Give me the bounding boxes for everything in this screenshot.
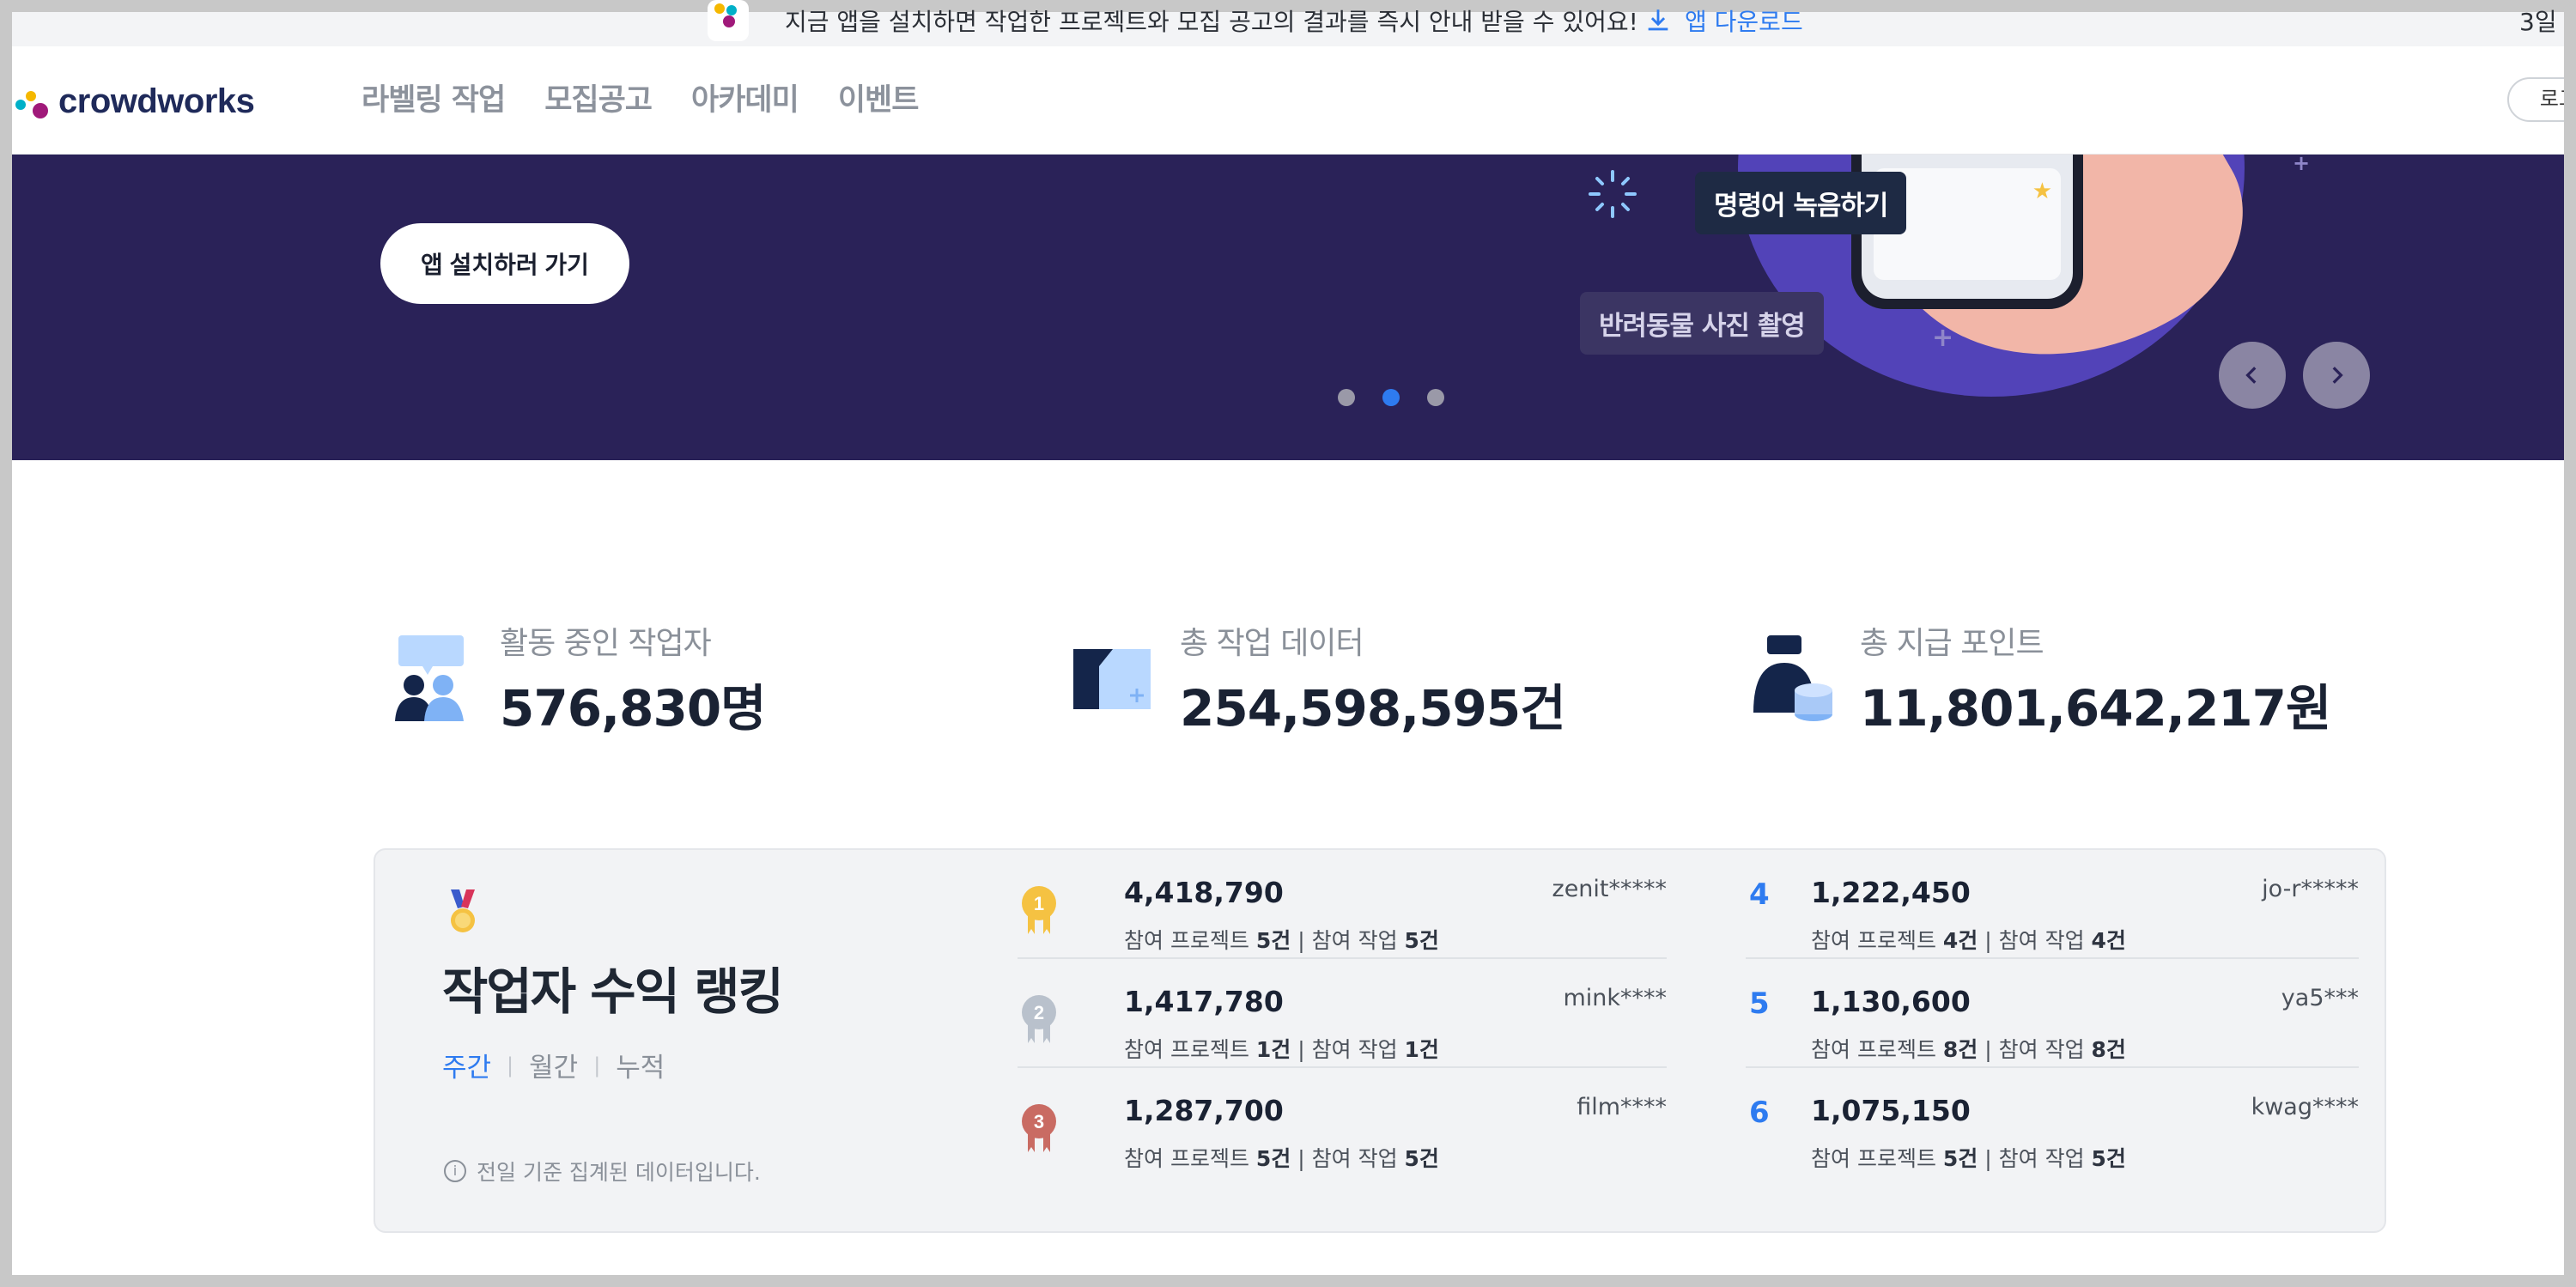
ranking-period-tabs: 주간 | 월간 | 누적 <box>442 1046 665 1084</box>
stat-workers-label: 활동 중인 작업자 <box>500 626 712 661</box>
carousel-indicator <box>1338 389 1444 406</box>
app-download-label: 앱 다운로드 <box>1685 8 1803 36</box>
ranking-number: 4 <box>1749 877 1770 912</box>
brand-name: crowdworks <box>58 82 255 120</box>
info-icon: i <box>444 1160 466 1182</box>
carousel-prev-button[interactable] <box>2219 342 2286 409</box>
main-nav: 라벨링 작업 모집공고 아카데미 이벤트 <box>361 76 920 119</box>
ranking-row: 3 1,287,700 film**** 참여 프로젝트 5건 | 참여 작업 … <box>1018 1068 1667 1177</box>
carousel-dot-active[interactable] <box>1382 389 1400 406</box>
tab-cumulative[interactable]: 누적 <box>616 1046 665 1084</box>
tab-weekly[interactable]: 주간 <box>442 1046 491 1084</box>
ranking-row: 6 1,075,150 kwag**** 참여 프로젝트 5건 | 참여 작업 … <box>1746 1068 2359 1177</box>
ranking-meta: 참여 프로젝트 8건 | 참여 작업 8건 <box>1811 1037 2126 1062</box>
app-banner-text: 지금 앱을 설치하면 작업한 프로젝트와 모집 공고의 결과를 즉시 안내 받을… <box>785 8 1638 36</box>
chevron-left-icon <box>2245 367 2257 384</box>
bronze-medal-icon: 3 <box>1022 1104 1056 1152</box>
stat-workers-value: 576,830명 <box>500 679 767 738</box>
ranking-amount: 1,130,600 <box>1811 985 1971 1018</box>
app-download-banner: 지금 앱을 설치하면 작업한 프로젝트와 모집 공고의 결과를 즉시 안내 받을… <box>12 0 2564 46</box>
nav-event[interactable]: 이벤트 <box>838 76 920 119</box>
ranking-user: jo-r***** <box>2262 876 2359 902</box>
ranking-row: 4 1,222,450 jo-r***** 참여 프로젝트 4건 | 참여 작업… <box>1746 850 2359 959</box>
stats-section: 활동 중인 작업자 576,830명 총 작업 데이터 254,598,595건 <box>12 618 2564 747</box>
tag-voice-recording: 명령어 녹음하기 <box>1695 172 1907 234</box>
ranking-row: 5 1,130,600 ya5*** 참여 프로젝트 8건 | 참여 작업 8건 <box>1746 959 2359 1068</box>
ranking-user: zenit***** <box>1552 876 1667 902</box>
ranking-user: kwag**** <box>2251 1094 2359 1120</box>
tab-separator: | <box>507 1053 514 1078</box>
brand-logo-icon <box>14 81 55 122</box>
nav-academy[interactable]: 아카데미 <box>691 76 799 119</box>
ranking-user: film**** <box>1577 1094 1667 1120</box>
nav-recruit[interactable]: 모집공고 <box>544 76 653 119</box>
stat-points-value: 11,801,642,217원 <box>1860 679 2331 738</box>
ranking-note: i 전일 기준 집계된 데이터입니다. <box>444 1156 761 1187</box>
workers-icon <box>388 618 474 721</box>
carousel-dot[interactable] <box>1338 389 1355 406</box>
ranking-user: mink**** <box>1563 985 1667 1011</box>
sparkle-icon <box>1589 170 1637 218</box>
stat-data-label: 총 작업 데이터 <box>1180 626 1364 661</box>
tab-monthly[interactable]: 월간 <box>529 1046 578 1084</box>
ranking-user: ya5*** <box>2281 985 2359 1011</box>
ranking-number: 6 <box>1749 1096 1770 1130</box>
ranking-meta: 참여 프로젝트 1건 | 참여 작업 1건 <box>1124 1037 1439 1062</box>
gold-medal-icon: 1 <box>1022 886 1056 934</box>
chevron-right-icon <box>2332 367 2343 384</box>
ranking-title: 작업자 수익 랭킹 <box>442 962 784 1021</box>
ranking-meta: 참여 프로젝트 5건 | 참여 작업 5건 <box>1811 1146 2126 1171</box>
data-icon <box>1068 618 1154 721</box>
silver-medal-icon: 2 <box>1022 995 1056 1043</box>
brand-logo[interactable]: crowdworks <box>14 81 255 122</box>
svg-text:1: 1 <box>1034 893 1044 914</box>
ranking-note-text: 전일 기준 집계된 데이터입니다. <box>477 1160 761 1185</box>
ranking-amount: 1,417,780 <box>1124 985 1284 1018</box>
ranking-amount: 1,287,700 <box>1124 1094 1284 1127</box>
ranking-meta: 참여 프로젝트 5건 | 참여 작업 5건 <box>1124 928 1439 953</box>
login-button[interactable]: 로그인 <box>2507 77 2564 122</box>
ranking-meta: 참여 프로젝트 4건 | 참여 작업 4건 <box>1811 928 2126 953</box>
app-banner-right-text: 3일 동 <box>2519 8 2564 36</box>
plus-decoration-icon: + <box>1932 323 1954 353</box>
star-icon: ★ <box>2032 179 2052 204</box>
ranking-number: 5 <box>1749 986 1770 1021</box>
install-app-button[interactable]: 앱 설치하러 가기 <box>380 223 629 304</box>
stat-data-value: 254,598,595건 <box>1180 679 1566 738</box>
plus-decoration-icon: + <box>2293 155 2311 175</box>
ranking-row: 2 1,417,780 mink**** 참여 프로젝트 1건 | 참여 작업 … <box>1018 959 1667 1068</box>
stat-workers: 활동 중인 작업자 576,830명 <box>388 618 767 740</box>
ranking-meta: 참여 프로젝트 5건 | 참여 작업 5건 <box>1124 1146 1439 1171</box>
ranking-amount: 4,418,790 <box>1124 876 1284 909</box>
nav-labeling[interactable]: 라벨링 작업 <box>361 76 506 119</box>
stat-data: 총 작업 데이터 254,598,595건 <box>1068 618 1566 740</box>
tab-separator: | <box>593 1053 601 1078</box>
medal-icon <box>451 889 475 932</box>
carousel-dot[interactable] <box>1427 389 1444 406</box>
carousel-next-button[interactable] <box>2303 342 2370 409</box>
ranking-row: 1 4,418,790 zenit***** 참여 프로젝트 5건 | 참여 작… <box>1018 850 1667 959</box>
stat-points-label: 총 지급 포인트 <box>1860 626 2044 661</box>
site-header: crowdworks 라벨링 작업 모집공고 아카데미 이벤트 로그인 <box>12 46 2564 155</box>
ranking-amount: 1,222,450 <box>1811 876 1971 909</box>
page-frame: 지금 앱을 설치하면 작업한 프로젝트와 모집 공고의 결과를 즉시 안내 받을… <box>12 0 2564 1275</box>
app-logo-icon <box>708 0 749 41</box>
download-icon <box>1648 9 1668 31</box>
tag-pet-photo: 반려동물 사진 촬영 <box>1580 292 1824 355</box>
ranking-amount: 1,075,150 <box>1811 1094 1971 1127</box>
svg-text:2: 2 <box>1034 1002 1044 1023</box>
stat-points: 총 지급 포인트 11,801,642,217원 <box>1748 618 2331 740</box>
points-icon <box>1748 618 1834 721</box>
app-download-link[interactable]: 앱 다운로드 <box>1643 3 1803 38</box>
hero-banner: 앱 설치하러 가기 ★ 명령어 녹음하기 반려동물 사진 촬영 + + <box>12 155 2564 460</box>
svg-text:3: 3 <box>1034 1111 1044 1132</box>
earnings-ranking-card: 작업자 수익 랭킹 주간 | 월간 | 누적 i 전일 기준 집계된 데이터입니… <box>374 848 2386 1233</box>
